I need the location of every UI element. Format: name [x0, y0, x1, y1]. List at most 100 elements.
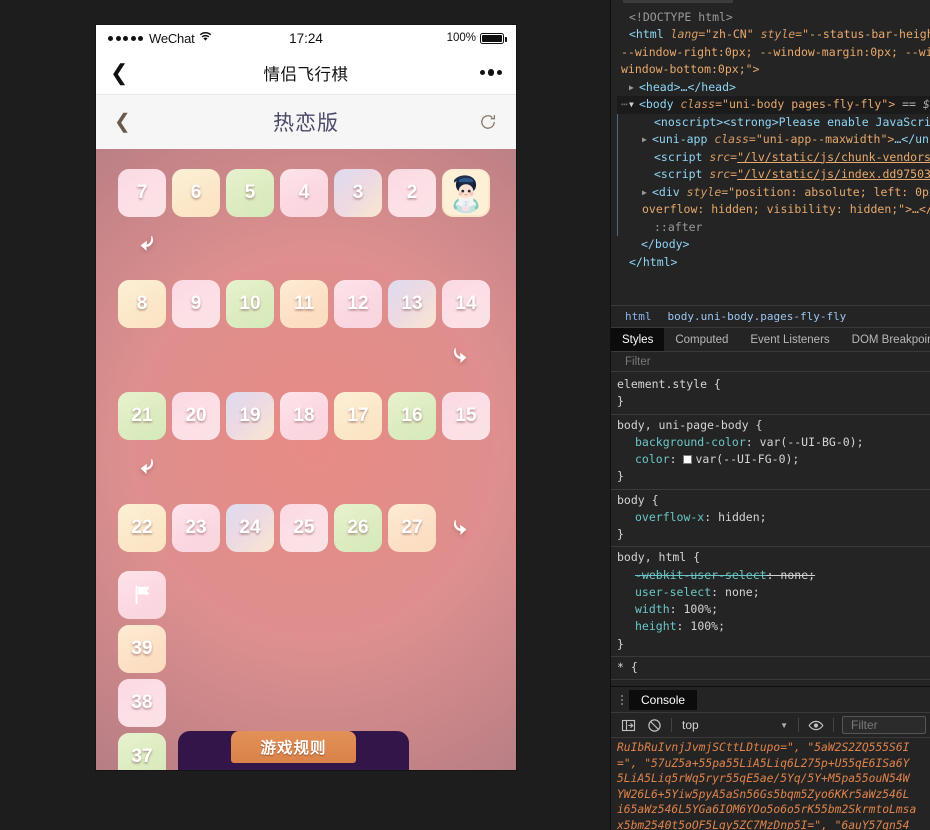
console-drawer: Console top ▼	[611, 686, 930, 830]
dom-line-div-hidden[interactable]: ▶<div style="position: absolute; left: 0…	[617, 184, 930, 201]
style-declaration[interactable]: color: var(--UI-FG-0);	[617, 451, 930, 468]
board-cell-6[interactable]: 6	[172, 169, 220, 217]
board-cell-16[interactable]: 16	[388, 392, 436, 440]
board-cell-12[interactable]: 12	[334, 280, 382, 328]
board-cell-7[interactable]: 7	[118, 169, 166, 217]
elements-tree: <!DOCTYPE html> <html lang="zh-CN" style…	[611, 5, 930, 305]
board-cell-15[interactable]: 15	[442, 392, 490, 440]
tab-computed[interactable]: Computed	[664, 328, 739, 351]
expand-head-icon[interactable]: ▶	[629, 82, 639, 94]
nav-back-icon[interactable]: ❮	[110, 62, 128, 84]
board-cell-label: 4	[299, 182, 310, 204]
tab-event-listeners[interactable]: Event Listeners	[739, 328, 840, 351]
refresh-icon[interactable]	[478, 112, 498, 132]
prop-name: background-color	[635, 435, 746, 449]
dom-line-html-close: </html>	[617, 254, 930, 271]
board-cell-3[interactable]: 3	[334, 169, 382, 217]
dom-line-script-vendors: <script src="/lv/static/js/chunk-vendors…	[617, 149, 930, 166]
board-cell-25[interactable]: 25	[280, 504, 328, 552]
board-cell-27[interactable]: 27	[388, 504, 436, 552]
console-toolbar: top ▼ Filter	[611, 712, 930, 738]
console-sidebar-icon[interactable]	[615, 715, 641, 735]
style-rule-universal: * {	[611, 657, 930, 680]
board-cell-avatar[interactable]	[442, 169, 490, 217]
board-cell-18[interactable]: 18	[280, 392, 328, 440]
board-cell-10[interactable]: 10	[226, 280, 274, 328]
board-cell-37[interactable]: 37	[118, 733, 166, 770]
drawer-grip-icon[interactable]	[615, 695, 629, 705]
board-cell-9[interactable]: 9	[172, 280, 220, 328]
style-declaration-disabled[interactable]: -webkit-user-select: none;	[617, 567, 930, 584]
board-cell-24[interactable]: 24	[226, 504, 274, 552]
board-cell-14[interactable]: 14	[442, 280, 490, 328]
game-board: 765432 891011121314 21201918171615 22232…	[96, 149, 516, 770]
prop-name: height	[635, 619, 677, 633]
board-cell-11[interactable]: 11	[280, 280, 328, 328]
board-cell-39[interactable]: 39	[118, 625, 166, 673]
prop-name: overflow-x	[635, 510, 704, 524]
board-cell-label: 20	[185, 405, 206, 427]
tab-dom-breakpoints[interactable]: DOM Breakpoin	[841, 328, 930, 351]
board-cell-19[interactable]: 19	[226, 392, 274, 440]
board-cell-label: 26	[347, 517, 368, 539]
board-cell-26[interactable]: 26	[334, 504, 382, 552]
style-declaration[interactable]: user-select: none;	[617, 584, 930, 601]
console-context-select[interactable]: top ▼	[676, 718, 794, 732]
style-declaration[interactable]: width: 100%;	[617, 601, 930, 618]
board-cell-finish-flag[interactable]	[118, 571, 166, 619]
devtools-top-strip	[611, 0, 930, 5]
style-rule-body-html: body, html { -webkit-user-select: none; …	[611, 547, 930, 657]
board-cell-label: 39	[131, 638, 152, 660]
dom-line-body-selected[interactable]: ⋯▼<body class="uni-body pages-fly-fly"> …	[617, 96, 930, 113]
board-cell-23[interactable]: 23	[172, 504, 220, 552]
collapse-body-icon[interactable]: ▼	[629, 99, 639, 111]
board-cell-38[interactable]: 38	[118, 679, 166, 727]
dom-line-doctype: <!DOCTYPE html>	[617, 9, 930, 26]
color-swatch[interactable]	[683, 455, 692, 464]
board-cell-21[interactable]: 21	[118, 392, 166, 440]
style-rule-element-style: element.style { }	[611, 374, 930, 415]
expand-uni-app-icon[interactable]: ▶	[642, 134, 652, 146]
style-rule-body-uni-page-body: body, uni-page-body { background-color: …	[611, 415, 930, 490]
board-cell-20[interactable]: 20	[172, 392, 220, 440]
board-cell-label: 14	[455, 293, 476, 315]
carrier-label: WeChat	[149, 31, 195, 46]
styles-filter-input[interactable]: Filter	[611, 351, 930, 372]
board-cell-label: 7	[137, 182, 148, 204]
board-cell-4[interactable]: 4	[280, 169, 328, 217]
status-bar: WeChat 17:24 100%	[96, 25, 516, 51]
tab-console[interactable]: Console	[629, 690, 697, 710]
expand-div-icon[interactable]: ▶	[642, 187, 652, 199]
console-context-label: top	[682, 718, 699, 732]
console-line: 5LiA5Liq5rWq5ryr55qE5ae/5Yq/5Y+M5pa55ouN…	[617, 771, 930, 787]
breadcrumb-item-body[interactable]: body.uni-body.pages-fly-fly	[660, 308, 855, 325]
dom-line-after-pseudo: ::after	[617, 219, 930, 236]
board-cell-17[interactable]: 17	[334, 392, 382, 440]
board-row-1: 7 65 4 32	[118, 169, 490, 217]
console-filter-input[interactable]: Filter	[842, 716, 926, 734]
breadcrumb-item-html[interactable]: html	[617, 308, 660, 325]
board-cell-5[interactable]: 5	[226, 169, 274, 217]
board-cell-label: 18	[293, 405, 314, 427]
board-cell-2[interactable]: 2	[388, 169, 436, 217]
board-cell-label: 9	[191, 293, 202, 315]
live-expression-icon[interactable]	[803, 715, 829, 735]
dom-line-head[interactable]: ▶<head>…</head>	[617, 79, 930, 96]
board-cell-8[interactable]: 8	[118, 280, 166, 328]
nav-more-dots-icon[interactable]	[480, 69, 503, 76]
toolbar-separator	[798, 718, 799, 732]
tab-styles[interactable]: Styles	[611, 328, 664, 351]
style-rule-body-overflow: body { overflow-x: hidden; }	[611, 490, 930, 548]
style-declaration[interactable]: background-color: var(--UI-BG-0);	[617, 434, 930, 451]
board-row-4: 22232425 26 27	[118, 504, 436, 552]
board-cell-13[interactable]: 13	[388, 280, 436, 328]
board-cell-label: 19	[239, 405, 260, 427]
dom-line-uni-app[interactable]: ▶<uni-app class="uni-app--maxwidth">…</u…	[617, 131, 930, 148]
clear-console-icon[interactable]	[641, 715, 667, 735]
style-declaration[interactable]: overflow-x: hidden;	[617, 509, 930, 526]
sub-back-icon[interactable]: ❮	[114, 112, 131, 132]
dom-line-html-attr-cont-1: --window-right:0px; --window-margin:0px;…	[617, 44, 930, 61]
board-cell-22[interactable]: 22	[118, 504, 166, 552]
style-declaration[interactable]: height: 100%;	[617, 618, 930, 635]
style-selector: body, uni-page-body {	[617, 418, 762, 432]
